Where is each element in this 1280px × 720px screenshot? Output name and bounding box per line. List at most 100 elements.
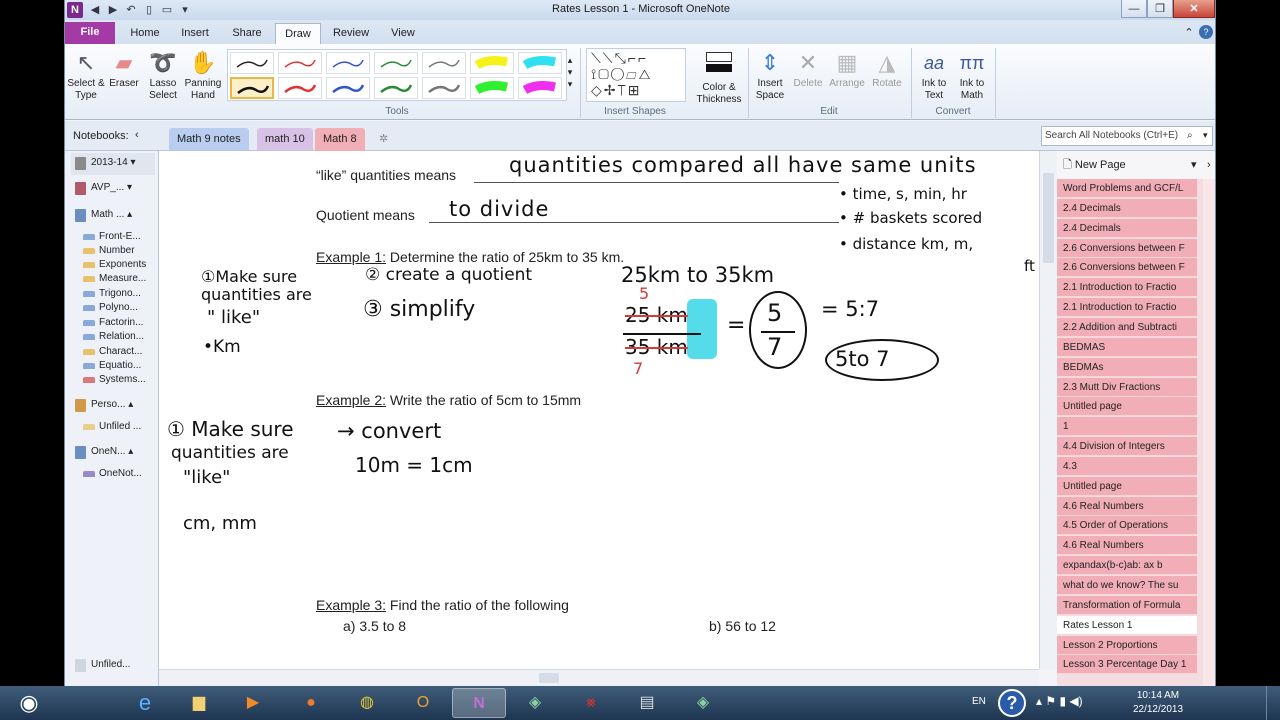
section-item[interactable]: Charact... (83, 345, 159, 359)
notebook-item[interactable]: Perso... ▴ (71, 395, 155, 417)
new-page-button[interactable]: 🗋 New Page ▾ › (1057, 151, 1215, 179)
search-dropdown-icon[interactable]: ▾ (1203, 130, 1208, 141)
page-item[interactable]: 2.1 Introduction to Fractio (1057, 278, 1197, 298)
section-item[interactable]: Exponents (83, 258, 159, 272)
page-item[interactable]: 2.4 Decimals (1057, 198, 1197, 218)
minimize-button[interactable]: — (1121, 0, 1147, 18)
new-page-dropdown-icon[interactable]: ▾ (1191, 151, 1197, 179)
page-item[interactable]: 2.4 Decimals (1057, 218, 1197, 238)
section-item[interactable]: OneNot... (83, 467, 159, 481)
page-horizontal-scrollbar[interactable] (159, 669, 1039, 686)
highlighter-cyan[interactable] (518, 52, 562, 74)
section-tab-math9[interactable]: Math 9 notes (169, 128, 249, 150)
page-item[interactable]: 2.6 Conversions between F (1057, 258, 1197, 278)
page-item[interactable]: Rates Lesson 1 (1057, 615, 1197, 635)
select-type-button[interactable]: ↖ Select & Type (65, 48, 107, 102)
section-tab-math8[interactable]: Math 8 (315, 128, 365, 151)
page-item[interactable]: Lesson 2 Proportions (1057, 635, 1197, 655)
show-desktop-button[interactable] (1266, 686, 1280, 720)
notebook-item[interactable]: Math ... ▴ (71, 205, 155, 227)
eraser-button[interactable]: ▰ Eraser (103, 48, 145, 90)
ink-to-math-button[interactable]: ππ Ink to Math (951, 48, 993, 102)
maximize-button[interactable]: ❐ (1147, 0, 1173, 18)
scroll-thumb[interactable] (1043, 173, 1054, 263)
arrange-button[interactable]: ▦ Arrange (826, 48, 868, 90)
section-item[interactable]: Relation... (83, 330, 159, 344)
new-section-icon[interactable]: ✲ (371, 128, 396, 150)
page-vertical-scrollbar[interactable] (1039, 151, 1057, 669)
page-item[interactable]: 2.1 Introduction to Fractio (1057, 298, 1197, 318)
page-item[interactable]: 4.4 Division of Integers (1057, 437, 1197, 457)
section-tab-math10[interactable]: math 10 (257, 128, 313, 150)
page-item[interactable]: Untitled page (1057, 397, 1197, 417)
section-item[interactable]: Factorin... (83, 316, 159, 330)
page-item[interactable]: 2.6 Conversions between F (1057, 238, 1197, 258)
page-item[interactable]: Lesson 3 Percentage Day 1 (1057, 655, 1197, 675)
ink-to-text-button[interactable]: aa Ink to Text (913, 48, 955, 102)
highlighter-green[interactable] (470, 77, 514, 99)
pen-gray-thick[interactable] (422, 77, 466, 99)
onenote-taskbar-icon[interactable]: N (452, 688, 506, 718)
media-player-icon[interactable]: ▶ (226, 688, 280, 718)
page-item[interactable]: Transformation of Formula (1057, 595, 1197, 615)
shapes-gallery[interactable]: ⟍⟍⤡⌐⌐ ⟟▢◯▱△ ◇✢⟙⊞ (586, 48, 686, 102)
pen-gallery-more-icon[interactable]: ▴ ▾ ▾ (565, 54, 575, 90)
panning-hand-button[interactable]: ✋ Panning Hand (182, 48, 224, 102)
collapse-pages-icon[interactable]: › (1207, 151, 1211, 179)
pen-black-thin[interactable] (230, 52, 274, 74)
acrobat-icon[interactable]: ⨳ (564, 688, 618, 718)
app-icon[interactable]: ◈ (508, 688, 562, 718)
page-item[interactable]: 4.6 Real Numbers (1057, 496, 1197, 516)
lasso-select-button[interactable]: ➰ Lasso Select (142, 48, 184, 102)
pen-red-thick[interactable] (278, 77, 322, 99)
scroll-thumb[interactable] (539, 673, 559, 683)
page-item[interactable]: Word Problems and GCF/L (1057, 179, 1197, 198)
insert-space-button[interactable]: ⇕ Insert Space (749, 48, 791, 102)
section-item[interactable]: Number (83, 244, 159, 258)
page-canvas[interactable]: “like” quantities means Quotient means E… (159, 151, 1039, 669)
page-item[interactable]: 2.2 Addition and Subtracti (1057, 317, 1197, 337)
notepad-icon[interactable]: ▤ (620, 688, 674, 718)
outlook-icon[interactable]: O (396, 688, 450, 718)
page-item[interactable]: expandax(b-c)ab: ax b (1057, 556, 1197, 576)
collapse-nav-icon[interactable]: ‹ (135, 129, 139, 141)
pen-green-thin[interactable] (374, 52, 418, 74)
section-item[interactable]: Measure... (83, 272, 159, 286)
tab-review[interactable]: Review (329, 23, 373, 44)
page-item[interactable]: 4.6 Real Numbers (1057, 536, 1197, 556)
section-item[interactable]: Trigono... (83, 287, 159, 301)
page-item[interactable]: BEDMAS (1057, 337, 1197, 357)
pen-red-thin[interactable] (278, 52, 322, 74)
tab-home[interactable]: Home (123, 23, 167, 44)
delete-button[interactable]: ✕ Delete (787, 48, 829, 90)
minimize-ribbon-icon[interactable]: ⌃ (1183, 23, 1195, 44)
pen-blue-thick[interactable] (326, 77, 370, 99)
notebook-item[interactable]: AVP_... ▾ (71, 178, 155, 200)
tray-icons[interactable]: ▴ ⚑ ▮ ◀) (1036, 694, 1083, 708)
section-item[interactable]: Polyno... (83, 301, 159, 315)
app-icon[interactable]: ◈ (676, 688, 730, 718)
page-item[interactable]: 4.5 Order of Operations (1057, 516, 1197, 536)
tab-share[interactable]: Share (225, 23, 269, 44)
tab-draw[interactable]: Draw (275, 23, 321, 44)
pen-blue-thin[interactable] (326, 52, 370, 74)
section-item[interactable]: Front-E... (83, 230, 159, 244)
start-button[interactable]: ◉ (2, 688, 56, 718)
pen-green-thick[interactable] (374, 77, 418, 99)
page-item[interactable]: 4.3 (1057, 456, 1197, 476)
unfiled-notes-item[interactable]: Unfiled... (71, 655, 155, 677)
rotate-button[interactable]: ◮ Rotate (866, 48, 908, 90)
firefox-icon[interactable]: ● (284, 688, 338, 718)
page-item[interactable]: Untitled page (1057, 476, 1197, 496)
help-icon[interactable]: ? (998, 689, 1026, 717)
chrome-icon[interactable]: ◍ (340, 688, 394, 718)
page-item[interactable]: 2.3 Mutt Div Fractions (1057, 377, 1197, 397)
notebook-item[interactable]: 2013-14 ▾ (71, 153, 155, 175)
section-item[interactable]: Systems... (83, 373, 159, 387)
notebook-item[interactable]: OneN... ▴ (71, 442, 155, 464)
section-item[interactable]: Equatio... (83, 359, 159, 373)
tab-insert[interactable]: Insert (173, 23, 217, 44)
close-button[interactable]: ✕ (1173, 0, 1215, 18)
search-icon[interactable]: ⌕ (1187, 130, 1193, 141)
language-indicator[interactable]: EN (972, 696, 986, 707)
